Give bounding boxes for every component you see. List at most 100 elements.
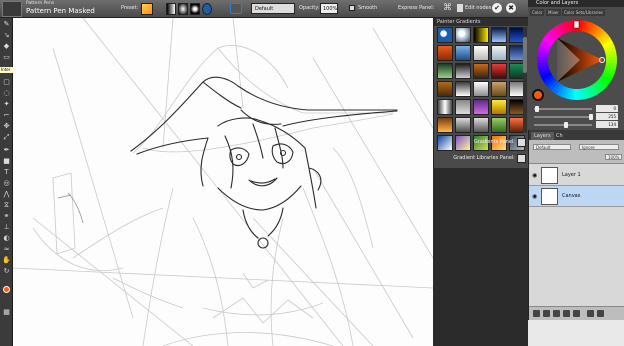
- gradient-swatch[interactable]: [455, 99, 471, 115]
- gradient-swatch[interactable]: [473, 63, 489, 79]
- divine-proportion-icon[interactable]: ◎: [2, 179, 11, 188]
- lock-layer-icon[interactable]: [573, 310, 580, 317]
- tab-mixer[interactable]: Mixer: [546, 9, 561, 16]
- paint-bucket-icon[interactable]: ◆: [2, 42, 11, 51]
- gradient-swatch[interactable]: [455, 63, 471, 79]
- new-layer-icon[interactable]: [587, 310, 594, 317]
- linear-gradient-icon[interactable]: [166, 3, 176, 15]
- composite-select[interactable]: Ignore: [579, 144, 619, 150]
- dynamic-plugins-icon[interactable]: [543, 310, 550, 317]
- drawing-canvas[interactable]: [13, 18, 433, 346]
- slider-value[interactable]: 134: [596, 121, 618, 128]
- main-color-swatch[interactable]: [3, 286, 10, 293]
- opacity-field[interactable]: 100%: [320, 3, 338, 14]
- slider-knob[interactable]: [535, 106, 539, 112]
- tab-color-sets[interactable]: Color Sets/Libraries: [562, 9, 605, 16]
- visibility-icon[interactable]: ◉: [532, 193, 537, 200]
- shape-icon[interactable]: ■: [2, 157, 11, 166]
- gradient-swatch[interactable]: [491, 99, 507, 115]
- gradient-swatch[interactable]: [437, 99, 453, 115]
- gradients-panel-icon[interactable]: [517, 138, 526, 147]
- brush-selector-icon[interactable]: [2, 1, 22, 17]
- gradient-swatch[interactable]: [455, 81, 471, 97]
- move-icon[interactable]: ✥: [2, 122, 11, 131]
- edit-nodes-label[interactable]: Edit nodes: [465, 5, 491, 11]
- slider-track[interactable]: [534, 124, 592, 126]
- paper-icon[interactable]: ▦: [2, 308, 11, 317]
- gradient-order-button[interactable]: [230, 3, 242, 14]
- rubber-stamp-icon[interactable]: ⊥: [2, 223, 11, 232]
- preset-swatch[interactable]: [141, 3, 153, 15]
- gradient-swatch[interactable]: [455, 27, 471, 43]
- type-select[interactable]: Default: [251, 3, 295, 14]
- brush-variant-label[interactable]: Pattern Pen Masked: [26, 7, 95, 15]
- visibility-icon[interactable]: ◉: [532, 172, 537, 179]
- circular-gradient-icon[interactable]: [190, 3, 200, 15]
- perspective-icon[interactable]: ⋀: [2, 190, 11, 199]
- layer-row[interactable]: ◉ Layer 1: [529, 165, 624, 186]
- dropper-icon[interactable]: ↘: [2, 31, 11, 40]
- slider-value[interactable]: 255: [596, 113, 618, 120]
- blend-icon[interactable]: ≈: [2, 245, 11, 254]
- rotate-icon[interactable]: ↻: [2, 267, 11, 276]
- slider-track[interactable]: [534, 108, 592, 110]
- hue-marker[interactable]: [573, 20, 580, 29]
- mirror-icon[interactable]: ⧖: [2, 201, 11, 210]
- magic-wand-icon[interactable]: ✦: [2, 100, 11, 109]
- gradient-swatch[interactable]: [491, 27, 507, 43]
- gradient-swatch[interactable]: [437, 81, 453, 97]
- gradient-swatch[interactable]: [473, 27, 489, 43]
- gradient-swatch[interactable]: [491, 81, 507, 97]
- tab-layers[interactable]: Layers: [531, 132, 554, 140]
- gradient-swatch[interactable]: [455, 45, 471, 61]
- cancel-button[interactable]: ✖: [506, 3, 516, 13]
- new-group-icon[interactable]: [553, 310, 560, 317]
- gradient-swatch[interactable]: [473, 117, 489, 133]
- express-panel-icon[interactable]: ⌘: [443, 3, 453, 14]
- gradient-swatch[interactable]: [437, 45, 453, 61]
- layer-mask-icon[interactable]: [563, 310, 570, 317]
- tab-channels[interactable]: Ch: [553, 132, 566, 140]
- transform-icon[interactable]: ⤢: [2, 133, 11, 142]
- cloner-icon[interactable]: ⚭: [2, 212, 11, 221]
- dodge-icon[interactable]: ◐: [2, 234, 11, 243]
- layer-opacity-field[interactable]: 100%: [605, 154, 622, 160]
- gradient-swatch[interactable]: [491, 63, 507, 79]
- tab-color[interactable]: Color: [530, 9, 545, 16]
- gradient-swatch[interactable]: [437, 27, 453, 43]
- spiral-gradient-icon[interactable]: [202, 3, 212, 15]
- pen-icon[interactable]: ✒: [2, 146, 11, 155]
- gradient-swatch[interactable]: [491, 117, 507, 133]
- gradient-scrollbar[interactable]: [523, 27, 527, 133]
- edit-nodes-icon[interactable]: [457, 4, 463, 12]
- select-rect-icon[interactable]: ▢: [2, 78, 11, 87]
- gradient-swatch[interactable]: [473, 81, 489, 97]
- layer-row[interactable]: ◉ Canvas: [529, 186, 624, 207]
- hand-icon[interactable]: ✋: [2, 256, 11, 265]
- brush-icon[interactable]: ✎: [2, 20, 11, 29]
- text-icon[interactable]: T: [2, 168, 11, 177]
- color-wheel[interactable]: [535, 18, 619, 102]
- gradient-swatch[interactable]: [455, 117, 471, 133]
- gradient-libraries-icon[interactable]: [517, 154, 526, 163]
- delete-layer-icon[interactable]: [597, 310, 604, 317]
- eraser-icon[interactable]: ▭: [2, 53, 11, 62]
- gradient-swatch[interactable]: [491, 45, 507, 61]
- ok-button[interactable]: ✔: [492, 3, 502, 13]
- radial-gradient-icon[interactable]: [178, 3, 188, 15]
- slider-knob[interactable]: [589, 114, 593, 120]
- layer-options-icon[interactable]: [533, 310, 540, 317]
- gradient-swatch[interactable]: [437, 63, 453, 79]
- slider-knob[interactable]: [564, 122, 568, 128]
- gradient-swatch[interactable]: [437, 117, 453, 133]
- smooth-checkbox[interactable]: [349, 5, 355, 11]
- blend-mode-select[interactable]: Default: [533, 144, 571, 150]
- current-color-swatch[interactable]: [532, 89, 544, 101]
- brush-category-label[interactable]: Pattern Pens: [26, 1, 54, 6]
- gradient-scroll-thumb[interactable]: [523, 37, 527, 73]
- slider-track[interactable]: [534, 116, 592, 118]
- slider-value[interactable]: 0: [596, 105, 618, 112]
- gradient-swatch[interactable]: [473, 99, 489, 115]
- gradient-swatch[interactable]: [473, 45, 489, 61]
- crop-icon[interactable]: ⌐: [2, 111, 11, 120]
